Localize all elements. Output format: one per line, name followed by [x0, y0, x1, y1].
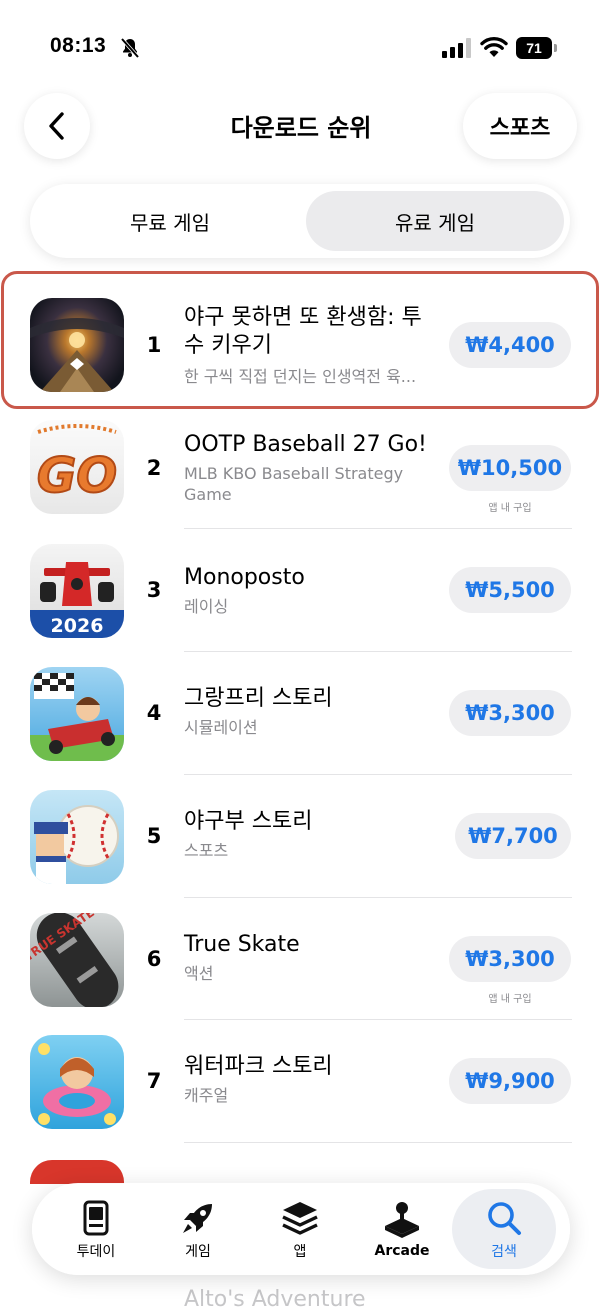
today-icon — [83, 1200, 109, 1235]
kart-racer-icon — [30, 667, 124, 761]
app-title: 그랑프리 스토리 — [184, 686, 333, 711]
price-button[interactable]: ₩5,500 — [449, 567, 571, 613]
app-row[interactable]: 2026 3 Monoposto 레이싱 ₩5,500 — [0, 530, 602, 652]
waterpark-icon — [30, 1035, 124, 1129]
divider — [184, 1019, 572, 1020]
price-button[interactable]: ₩3,300 — [449, 936, 571, 982]
app-row[interactable]: GO 2 OOTP Baseball 27 Go! MLB KBO Baseba… — [0, 408, 602, 530]
price-button[interactable]: ₩9,900 — [449, 1058, 571, 1104]
tab-bar: 투데이 게임 앱 Arcade 검색 — [32, 1183, 570, 1275]
app-row-partial[interactable]: Alto's Adventure — [0, 1283, 602, 1308]
status-bar: 08:13 71 — [0, 0, 602, 90]
joystick-icon — [385, 1201, 419, 1238]
cellular-signal-icon — [442, 38, 471, 58]
divider — [184, 651, 572, 652]
tab-apps-label: 앱 — [293, 1243, 307, 1260]
svg-text:GO: GO — [37, 448, 117, 504]
segment-free-games[interactable]: 무료 게임 — [38, 191, 302, 251]
divider — [184, 774, 572, 775]
battery-level: 71 — [516, 37, 552, 59]
divider — [184, 1142, 572, 1143]
icon-year-text: 2026 — [51, 615, 104, 637]
price-button[interactable]: ₩7,700 — [455, 813, 571, 859]
app-title: 워터파크 스토리 — [184, 1054, 333, 1079]
clock: 08:13 — [50, 34, 107, 57]
app-row[interactable]: 5 야구부 스토리 스포츠 ₩7,700 — [0, 776, 602, 898]
rank-number: 7 — [146, 1069, 162, 1093]
category-button[interactable]: 스포츠 — [463, 93, 577, 159]
price-button[interactable]: ₩3,300 — [449, 690, 571, 736]
rank-number: 5 — [146, 824, 162, 848]
go-logo-icon: GO — [30, 420, 124, 514]
baseball-player-icon — [30, 790, 124, 884]
app-row[interactable]: 7 워터파크 스토리 캐주얼 ₩9,900 — [0, 1021, 602, 1143]
battery-icon: 71 — [516, 37, 558, 59]
app-title: True Skate — [184, 932, 300, 957]
tab-arcade-label: Arcade — [374, 1242, 430, 1259]
app-subtitle: MLB KBO Baseball Strategy Game — [184, 464, 404, 504]
app-subtitle: 액션 — [184, 964, 214, 983]
app-subtitle: 시뮬레이션 — [184, 718, 258, 737]
app-row-partial[interactable] — [0, 1160, 602, 1184]
bell-slash-icon — [120, 37, 140, 59]
app-title: 야구부 스토리 — [184, 809, 313, 834]
app-title-partial: Alto's Adventure — [184, 1287, 366, 1308]
in-app-purchase-label: 앱 내 구입 — [488, 994, 532, 1005]
app-subtitle: 레이싱 — [184, 597, 229, 616]
skateboard-icon: TRUE SKATE — [30, 913, 124, 1007]
tab-games[interactable]: 게임 — [146, 1189, 250, 1269]
rank-number: 4 — [146, 701, 162, 725]
in-app-purchase-label: 앱 내 구입 — [488, 503, 532, 514]
layers-icon — [282, 1201, 318, 1235]
app-title: OOTP Baseball 27 Go! — [184, 432, 427, 457]
tab-apps[interactable]: 앱 — [248, 1189, 352, 1269]
rank-number: 6 — [146, 947, 162, 971]
segment-paid-games[interactable]: 유료 게임 — [306, 191, 564, 251]
app-subtitle: 스포츠 — [184, 841, 229, 860]
race-car-icon: 2026 — [30, 544, 124, 638]
tab-search-label: 검색 — [491, 1243, 517, 1260]
tab-search[interactable]: 검색 — [452, 1189, 556, 1269]
divider — [184, 897, 572, 898]
app-title: Monoposto — [184, 565, 305, 590]
price-button[interactable]: ₩10,500 — [449, 445, 571, 491]
tab-today[interactable]: 투데이 — [44, 1189, 148, 1269]
app-row[interactable]: 4 그랑프리 스토리 시뮬레이션 ₩3,300 — [0, 653, 602, 775]
segmented-control: 무료 게임 유료 게임 — [30, 184, 570, 258]
tab-arcade[interactable]: Arcade — [350, 1189, 454, 1269]
app-icon-partial — [30, 1160, 124, 1184]
search-icon — [488, 1201, 521, 1235]
tab-today-label: 투데이 — [76, 1243, 116, 1260]
highlight-box — [1, 271, 599, 409]
tab-games-label: 게임 — [185, 1243, 211, 1260]
rocket-icon — [183, 1203, 212, 1233]
wifi-icon — [480, 36, 508, 57]
app-row[interactable]: TRUE SKATE 6 True Skate 액션 ₩3,300 앱 내 구입 — [0, 899, 602, 1021]
rank-number: 3 — [146, 578, 162, 602]
app-subtitle: 캐주얼 — [184, 1086, 229, 1105]
divider — [184, 528, 572, 529]
rank-number: 2 — [146, 456, 162, 480]
